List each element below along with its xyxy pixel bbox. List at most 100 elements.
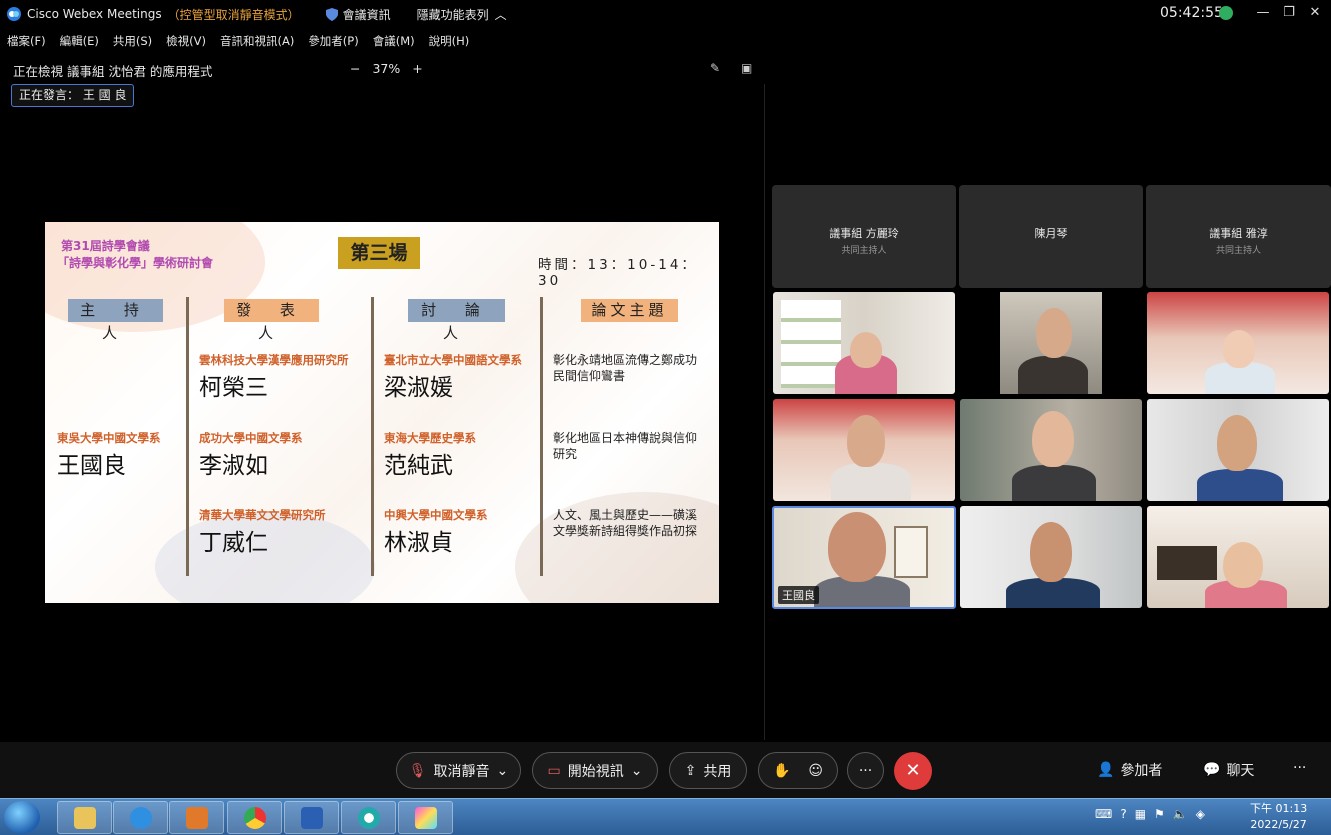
- share-screen-icon: ⇪: [684, 762, 697, 779]
- participants-label: 參加者: [1120, 763, 1163, 779]
- participant-tile[interactable]: 議事組 雅淳 共同主持人: [1146, 185, 1331, 288]
- chat-panel-button[interactable]: 💬 聊天: [1203, 760, 1254, 780]
- meeting-info-button[interactable]: 會議資訊: [325, 6, 391, 23]
- folder-icon: [73, 806, 96, 829]
- app-title: Cisco Webex Meetings: [27, 7, 162, 21]
- taskbar-word[interactable]: [284, 801, 339, 834]
- presenter-affiliation: 成功大學中國文學系: [199, 431, 303, 445]
- discussant-affiliation: 中興大學中國文學系: [384, 508, 488, 522]
- participant-video[interactable]: [960, 292, 1142, 394]
- person: [1223, 330, 1255, 368]
- participant-tile[interactable]: 陳月琴: [959, 185, 1143, 288]
- title-bar: Cisco Webex Meetings （控管型取消靜音模式） 會議資訊 隱藏…: [0, 0, 1331, 28]
- emoji-reaction-icon[interactable]: ☺: [808, 763, 823, 779]
- system-tray: ⌨ ? ▦ ⚑ 🔈 ◈: [1095, 807, 1205, 821]
- session-label: 第三場: [338, 237, 420, 269]
- raise-hand-icon[interactable]: ✋: [773, 763, 790, 779]
- paper-topic: 彰化永靖地區流傳之鄭成功民間信仰鸞書: [553, 353, 698, 383]
- help-icon[interactable]: ?: [1120, 807, 1126, 821]
- viewing-label: 正在檢視 議事組 沈怡君 的應用程式: [13, 64, 213, 79]
- zoom-in-button[interactable]: +: [412, 61, 422, 76]
- windows-taskbar: ⌨ ? ▦ ⚑ 🔈 ◈ 下午 01:13 2022/5/27: [0, 798, 1331, 835]
- taskbar-paint[interactable]: [398, 801, 453, 834]
- presenter-affiliation: 清華大學華文文學研究所: [199, 508, 326, 522]
- start-video-button[interactable]: ▭ 開始視訊 ⌄: [532, 752, 658, 789]
- antivirus-icon[interactable]: ◈: [1196, 807, 1205, 821]
- participants-panel-button[interactable]: 👤 參加者: [1097, 760, 1162, 780]
- unmute-button[interactable]: 🎙 取消靜音 ⌄: [396, 752, 521, 789]
- taskbar-ie[interactable]: [113, 801, 168, 834]
- zoom-out-button[interactable]: −: [350, 61, 360, 76]
- more-options-button[interactable]: ···: [847, 752, 884, 789]
- chevron-down-icon[interactable]: ⌄: [631, 763, 643, 779]
- active-speaker-video[interactable]: 王國良: [772, 506, 956, 609]
- network-status-icon[interactable]: [1219, 6, 1233, 20]
- menu-participants[interactable]: 參加者(P): [301, 30, 365, 52]
- volume-icon[interactable]: 🔈: [1173, 807, 1188, 821]
- participant-video[interactable]: [960, 506, 1142, 608]
- person: [1030, 522, 1072, 582]
- column-divider: [371, 297, 374, 576]
- start-button[interactable]: [4, 801, 40, 834]
- flag-icon[interactable]: ⚑: [1154, 807, 1165, 821]
- session-time: 時間：13：10-14：30: [538, 257, 698, 289]
- network-icon[interactable]: ▦: [1135, 807, 1146, 821]
- menu-share[interactable]: 共用(S): [106, 30, 159, 52]
- menu-file[interactable]: 檔案(F): [0, 30, 53, 52]
- paper-topic: 人文、風土與歷史——磺溪文學獎新詩組得獎作品初探: [553, 508, 698, 538]
- person: [850, 332, 882, 368]
- chat-label: 聊天: [1226, 763, 1255, 779]
- annotate-icon[interactable]: ✎: [710, 61, 726, 77]
- presenter-name: 柯榮三: [199, 375, 268, 401]
- chair-affiliation: 東吳大學中國文學系: [57, 431, 161, 445]
- participant-video[interactable]: [960, 399, 1142, 501]
- bookshelf: [781, 300, 841, 388]
- menu-help[interactable]: 說明(H): [422, 30, 477, 52]
- participant-video[interactable]: [1147, 399, 1329, 501]
- discussant-affiliation: 臺北市立大學中國語文學系: [384, 353, 522, 367]
- active-speaker-label: 正在發言： 王 國 良: [11, 84, 135, 107]
- more-panels-button[interactable]: ···: [1293, 760, 1306, 776]
- person: [1032, 411, 1074, 467]
- person: [1197, 469, 1283, 501]
- popout-icon[interactable]: ▣: [741, 61, 757, 77]
- chevron-up-icon: ︿: [494, 7, 507, 22]
- more-panels-label: ···: [1293, 760, 1307, 776]
- hide-menu-button[interactable]: 隱藏功能表列 ︿: [417, 6, 507, 23]
- taskbar-chrome[interactable]: [227, 801, 282, 834]
- restore-icon[interactable]: ❐: [1279, 3, 1299, 23]
- column-divider: [540, 297, 543, 576]
- taskbar-clock[interactable]: 下午 01:13 2022/5/27: [1250, 801, 1307, 833]
- discussant-name: 梁淑媛: [384, 375, 453, 401]
- close-icon[interactable]: ✕: [1305, 3, 1325, 23]
- taskbar-explorer[interactable]: [57, 801, 112, 834]
- header-topic: 論文主題: [581, 299, 678, 322]
- taskbar-webex[interactable]: [341, 801, 396, 834]
- chat-icon: 💬: [1203, 762, 1221, 778]
- chevron-down-icon[interactable]: ⌄: [497, 763, 509, 779]
- share-button[interactable]: ⇪ 共用: [669, 752, 747, 789]
- participant-tile[interactable]: 議事組 方麗玲 共同主持人: [772, 185, 956, 288]
- keyboard-icon[interactable]: ⌨: [1095, 807, 1112, 821]
- menu-audio-video[interactable]: 音訊和視訊(A): [213, 30, 301, 52]
- participant-video[interactable]: [773, 292, 955, 394]
- person: [1018, 356, 1088, 394]
- person: [1036, 308, 1072, 358]
- minimize-icon[interactable]: —: [1253, 3, 1273, 23]
- person: [1012, 465, 1096, 501]
- participant-video[interactable]: [1147, 506, 1329, 608]
- person: [828, 512, 886, 582]
- column-divider: [186, 297, 189, 576]
- leave-meeting-button[interactable]: ✕: [894, 752, 932, 790]
- participant-video[interactable]: [773, 399, 955, 501]
- participant-video[interactable]: [1147, 292, 1329, 394]
- menu-edit[interactable]: 編輯(E): [53, 30, 106, 52]
- taskbar-media[interactable]: [169, 801, 224, 834]
- start-video-label: 開始視訊: [567, 763, 624, 780]
- furniture: [1157, 546, 1217, 580]
- menu-view[interactable]: 檢視(V): [159, 30, 213, 52]
- menu-meeting[interactable]: 會議(M): [366, 30, 422, 52]
- meeting-clock: 05:42:55: [1160, 5, 1223, 21]
- person: [1217, 415, 1257, 471]
- participants-icon: 👤: [1097, 762, 1115, 778]
